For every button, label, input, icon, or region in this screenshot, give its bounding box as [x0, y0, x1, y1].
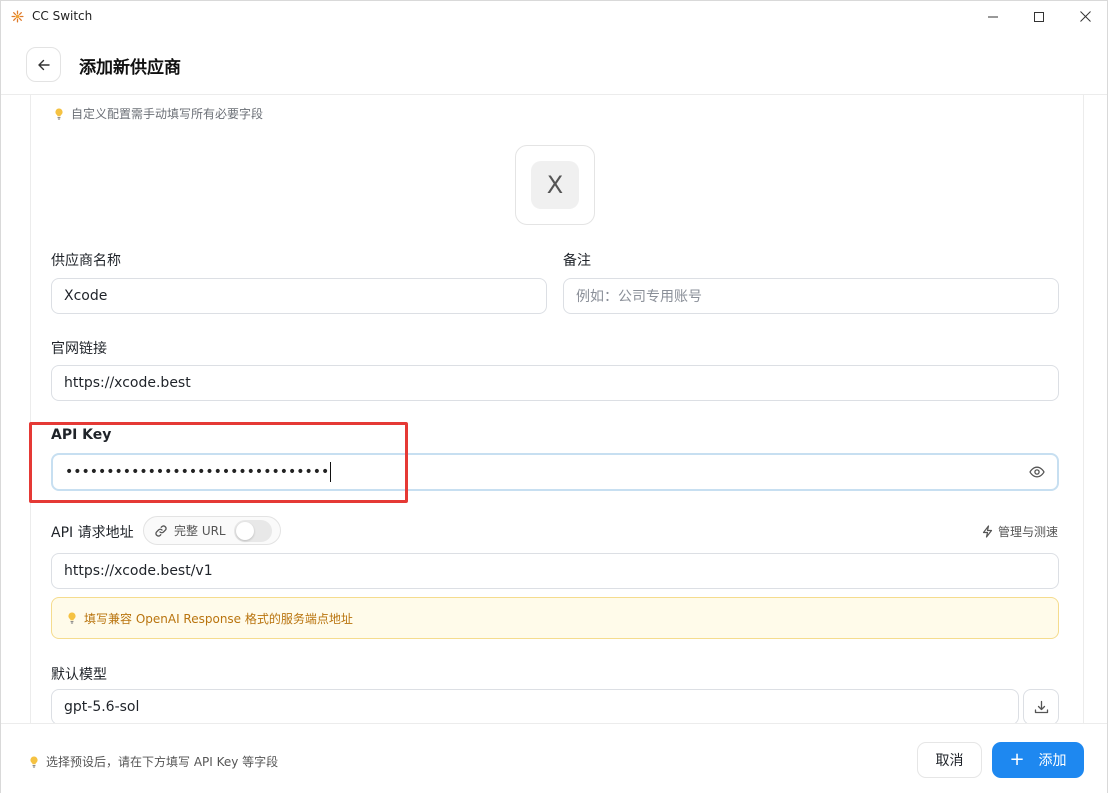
notes-placeholder: 例如：公司专用账号 — [576, 289, 702, 305]
default-model-label: 默认模型 — [51, 667, 107, 683]
maximize-icon — [1034, 11, 1044, 22]
page-title: 添加新供应商 — [79, 58, 181, 78]
website-input[interactable]: https://xcode.best — [51, 365, 1059, 401]
plus-icon: + — [1009, 749, 1025, 770]
window-title: CC Switch — [32, 9, 93, 23]
provider-name-value: Xcode — [64, 288, 108, 304]
footer-bar: 选择预设后，请在下方填写 API Key 等字段 取消 + 添加 — [1, 723, 1107, 793]
switch-knob — [236, 522, 254, 540]
full-url-toggle-group[interactable]: 完整 URL — [143, 516, 281, 545]
manage-speedtest-label: 管理与测速 — [998, 525, 1059, 539]
link-icon — [155, 524, 167, 537]
minimize-button[interactable] — [970, 1, 1016, 32]
back-button[interactable] — [26, 47, 61, 82]
notes-label: 备注 — [563, 253, 591, 269]
eye-icon[interactable] — [1029, 464, 1045, 480]
custom-config-hint: 自定义配置需手动填写所有必要字段 — [54, 105, 263, 122]
default-model-value: gpt-5.6-sol — [64, 699, 140, 715]
footer-hint: 选择预设后，请在下方填写 API Key 等字段 — [29, 753, 278, 770]
lightning-icon — [982, 525, 993, 538]
fetch-models-button[interactable] — [1023, 689, 1059, 725]
close-window-button[interactable] — [1062, 1, 1108, 32]
page-header: 添加新供应商 — [1, 32, 1107, 95]
lightbulb-icon — [68, 612, 76, 624]
full-url-switch[interactable] — [234, 520, 272, 542]
cancel-button[interactable]: 取消 — [917, 742, 982, 778]
full-url-label: 完整 URL — [174, 524, 226, 538]
provider-name-input[interactable]: Xcode — [51, 278, 547, 314]
lightbulb-icon — [55, 108, 63, 120]
default-model-input[interactable]: gpt-5.6-sol — [51, 689, 1019, 725]
provider-logo[interactable]: X — [515, 145, 595, 225]
add-button[interactable]: + 添加 — [992, 742, 1084, 778]
lightbulb-icon — [30, 756, 38, 768]
website-value: https://xcode.best — [64, 375, 191, 391]
provider-name-label: 供应商名称 — [51, 253, 121, 269]
manage-speedtest-button[interactable]: 管理与测速 — [981, 523, 1058, 540]
add-button-label: 添加 — [1038, 753, 1067, 769]
endpoint-hint-text: 填写兼容 OpenAI Response 格式的服务端点地址 — [84, 611, 353, 626]
website-label: 官网链接 — [51, 341, 107, 357]
highlight-annotation-box — [29, 422, 408, 503]
app-logo-icon — [11, 10, 24, 23]
arrow-left-icon — [37, 59, 50, 70]
title-bar: CC Switch — [1, 1, 1107, 32]
maximize-button[interactable] — [1016, 1, 1062, 32]
footer-hint-text: 选择预设后，请在下方填写 API Key 等字段 — [46, 755, 279, 769]
api-url-input[interactable]: https://xcode.best/v1 — [51, 553, 1059, 589]
minimize-icon — [988, 16, 998, 17]
download-icon — [1034, 700, 1048, 713]
endpoint-hint-box: 填写兼容 OpenAI Response 格式的服务端点地址 — [51, 597, 1059, 639]
provider-logo-letter: X — [531, 161, 579, 209]
api-url-value: https://xcode.best/v1 — [64, 563, 213, 579]
api-url-label: API 请求地址 — [51, 525, 134, 541]
custom-config-hint-text: 自定义配置需手动填写所有必要字段 — [71, 107, 264, 121]
close-icon — [1079, 11, 1091, 22]
notes-input[interactable]: 例如：公司专用账号 — [563, 278, 1059, 314]
app-window: CC Switch 添加新供应商 自定义配置需手动填写所有必要字段 X 供应商名… — [0, 0, 1108, 793]
